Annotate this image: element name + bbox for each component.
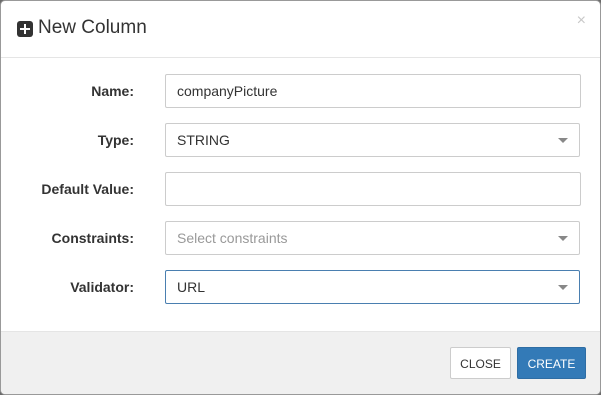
constraints-placeholder: Select constraints <box>177 230 288 246</box>
validator-value: URL <box>177 279 206 295</box>
validator-select[interactable]: URL <box>165 270 580 304</box>
name-label: Name: <box>91 83 134 99</box>
new-column-dialog: New Column × Name: companyPicture Type: … <box>0 0 601 395</box>
type-label: Type: <box>97 132 134 148</box>
dialog-header: New Column × <box>1 1 600 58</box>
dialog-footer: CLOSE CREATE <box>1 331 600 394</box>
constraints-label: Constraints: <box>51 230 134 246</box>
type-value: STRING <box>177 132 230 148</box>
name-input[interactable]: companyPicture <box>165 74 581 108</box>
dialog-body: Name: companyPicture Type: STRING Defaul… <box>1 58 600 333</box>
type-select[interactable]: STRING <box>165 123 580 157</box>
default-value-input[interactable] <box>165 172 581 206</box>
name-value: companyPicture <box>177 83 278 99</box>
plus-square-icon <box>17 21 33 37</box>
caret-down-icon <box>558 285 568 290</box>
create-button[interactable]: CREATE <box>517 347 586 379</box>
dialog-title: New Column <box>38 17 147 38</box>
validator-row: Validator: URL <box>1 270 600 304</box>
default-value-row: Default Value: <box>1 172 600 206</box>
caret-down-icon <box>558 236 568 241</box>
constraints-row: Constraints: Select constraints <box>1 221 600 255</box>
close-button[interactable]: CLOSE <box>450 347 511 379</box>
type-row: Type: STRING <box>1 123 600 157</box>
caret-down-icon <box>558 138 568 143</box>
close-icon[interactable]: × <box>577 12 586 30</box>
validator-label: Validator: <box>70 279 134 295</box>
default-value-label: Default Value: <box>41 181 134 197</box>
name-row: Name: companyPicture <box>1 74 600 108</box>
constraints-select[interactable]: Select constraints <box>165 221 580 255</box>
